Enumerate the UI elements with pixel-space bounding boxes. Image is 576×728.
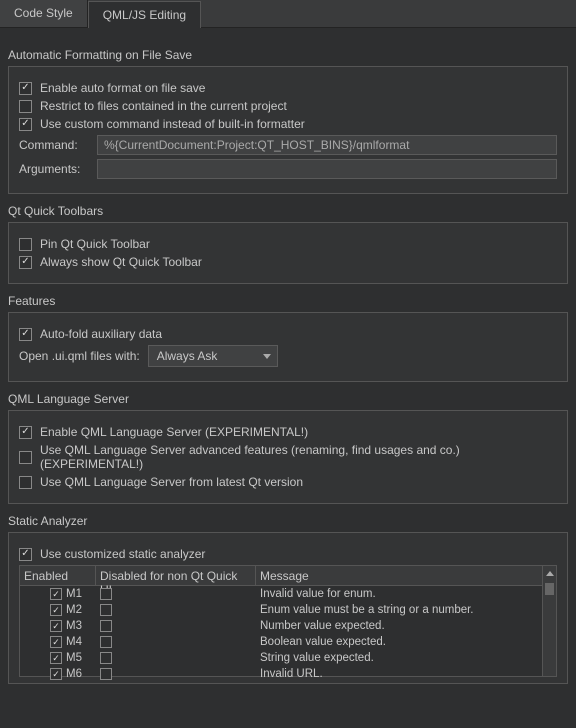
checkbox-enable-auto-format[interactable] [19, 82, 32, 95]
group-qmlls: Enable QML Language Server (EXPERIMENTAL… [8, 410, 568, 504]
group-title-features: Features [8, 294, 568, 308]
cell-enabled-checkbox[interactable] [50, 668, 62, 680]
checkbox-custom-command[interactable] [19, 118, 32, 131]
header-enabled[interactable]: Enabled [20, 566, 96, 585]
group-auto-format: Enable auto format on file save Restrict… [8, 66, 568, 194]
rule-id: M2 [66, 604, 90, 616]
scroll-up-icon[interactable] [543, 566, 556, 580]
label-arguments-field: Arguments: [19, 162, 89, 176]
rule-message: Boolean value expected. [256, 636, 556, 648]
label-command-field: Command: [19, 138, 89, 152]
label-enable-qmlls[interactable]: Enable QML Language Server (EXPERIMENTAL… [40, 425, 308, 439]
scrollbar[interactable] [542, 566, 556, 676]
checkbox-custom-analyzer[interactable] [19, 548, 32, 561]
scroll-thumb[interactable] [545, 583, 554, 595]
table-row[interactable]: M4 Boolean value expected. [20, 634, 556, 650]
label-advanced-qmlls[interactable]: Use QML Language Server advanced feature… [40, 443, 557, 471]
rule-id: M4 [66, 636, 90, 648]
label-restrict-project[interactable]: Restrict to files contained in the curre… [40, 99, 287, 113]
checkbox-advanced-qmlls[interactable] [19, 451, 32, 464]
group-title-qt-quick: Qt Quick Toolbars [8, 204, 568, 218]
cell-enabled-checkbox[interactable] [50, 604, 62, 616]
cell-enabled-checkbox[interactable] [50, 652, 62, 664]
cell-disabled-checkbox[interactable] [100, 604, 112, 616]
checkbox-autofold[interactable] [19, 328, 32, 341]
analyzer-table-header: Enabled Disabled for non Qt Quick UI Mes… [20, 566, 556, 586]
cell-disabled-checkbox[interactable] [100, 588, 112, 600]
label-always-toolbar[interactable]: Always show Qt Quick Toolbar [40, 255, 202, 269]
group-analyzer: Use customized static analyzer Enabled D… [8, 532, 568, 684]
checkbox-enable-qmlls[interactable] [19, 426, 32, 439]
rule-message: Invalid URL. [256, 668, 556, 680]
checkbox-pin-toolbar[interactable] [19, 238, 32, 251]
chevron-down-icon [263, 354, 271, 359]
scroll-down-icon[interactable] [543, 662, 556, 676]
label-latest-qmlls[interactable]: Use QML Language Server from latest Qt v… [40, 475, 303, 489]
analyzer-table: Enabled Disabled for non Qt Quick UI Mes… [19, 565, 557, 677]
label-pin-toolbar[interactable]: Pin Qt Quick Toolbar [40, 237, 150, 251]
rule-message: Enum value must be a string or a number. [256, 604, 556, 616]
rule-id: M6 [66, 668, 90, 680]
cell-enabled-checkbox[interactable] [50, 620, 62, 632]
input-command[interactable] [97, 135, 557, 155]
rule-id: M1 [66, 588, 90, 600]
checkbox-always-toolbar[interactable] [19, 256, 32, 269]
label-custom-analyzer[interactable]: Use customized static analyzer [40, 547, 205, 561]
group-title-auto-format: Automatic Formatting on File Save [8, 48, 568, 62]
rule-id: M3 [66, 620, 90, 632]
cell-disabled-checkbox[interactable] [100, 636, 112, 648]
rule-message: Invalid value for enum. [256, 588, 556, 600]
combo-open-ui-qml-value: Always Ask [157, 349, 218, 363]
cell-disabled-checkbox[interactable] [100, 620, 112, 632]
rule-message: Number value expected. [256, 620, 556, 632]
cell-disabled-checkbox[interactable] [100, 652, 112, 664]
group-qt-quick: Pin Qt Quick Toolbar Always show Qt Quic… [8, 222, 568, 284]
rule-id: M5 [66, 652, 90, 664]
combo-open-ui-qml[interactable]: Always Ask [148, 345, 278, 367]
table-row[interactable]: M6 Invalid URL. [20, 666, 556, 682]
cell-enabled-checkbox[interactable] [50, 588, 62, 600]
table-row[interactable]: M1 Invalid value for enum. [20, 586, 556, 602]
table-row[interactable]: M5 String value expected. [20, 650, 556, 666]
label-autofold[interactable]: Auto-fold auxiliary data [40, 327, 162, 341]
cell-disabled-checkbox[interactable] [100, 668, 112, 680]
rule-message: String value expected. [256, 652, 556, 664]
group-title-analyzer: Static Analyzer [8, 514, 568, 528]
label-enable-auto-format[interactable]: Enable auto format on file save [40, 81, 205, 95]
tab-qml-js-editing[interactable]: QML/JS Editing [88, 1, 201, 28]
label-open-ui-qml: Open .ui.qml files with: [19, 349, 140, 363]
table-row[interactable]: M3 Number value expected. [20, 618, 556, 634]
input-arguments[interactable] [97, 159, 557, 179]
tab-code-style[interactable]: Code Style [0, 0, 88, 27]
checkbox-restrict-project[interactable] [19, 100, 32, 113]
label-custom-command[interactable]: Use custom command instead of built-in f… [40, 117, 305, 131]
tab-bar: Code Style QML/JS Editing [0, 0, 576, 28]
cell-enabled-checkbox[interactable] [50, 636, 62, 648]
header-message[interactable]: Message [256, 566, 556, 585]
group-title-qmlls: QML Language Server [8, 392, 568, 406]
group-features: Auto-fold auxiliary data Open .ui.qml fi… [8, 312, 568, 382]
header-disabled[interactable]: Disabled for non Qt Quick UI [96, 566, 256, 585]
table-row[interactable]: M2 Enum value must be a string or a numbe… [20, 602, 556, 618]
checkbox-latest-qmlls[interactable] [19, 476, 32, 489]
